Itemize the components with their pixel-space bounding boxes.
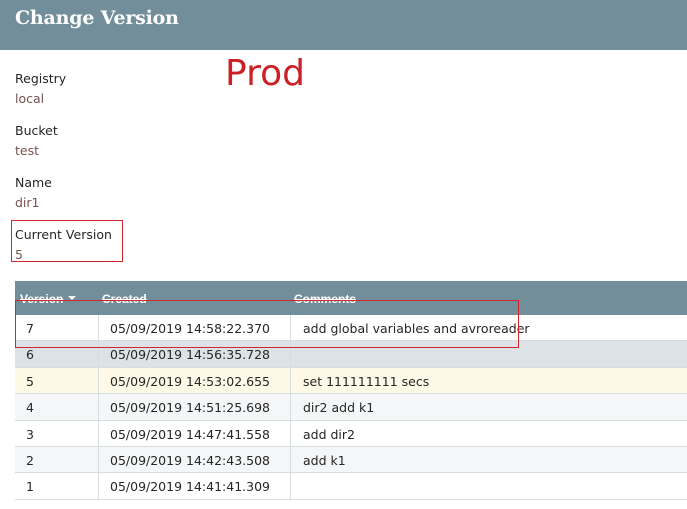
- column-divider: [290, 446, 291, 473]
- dialog-title: Change Version: [15, 7, 179, 29]
- comments-cell: set 111111111 secs: [303, 373, 430, 389]
- name-value: dir1: [15, 195, 40, 210]
- created-cell: 05/09/2019 14:53:02.655: [110, 373, 270, 389]
- created-cell: 05/09/2019 14:42:43.508: [110, 452, 270, 468]
- dialog-header: Change Version: [0, 0, 687, 50]
- table-row[interactable]: 1 05/09/2019 14:41:41.309: [15, 473, 687, 500]
- column-divider: [98, 446, 99, 473]
- created-cell: 05/09/2019 14:47:41.558: [110, 426, 270, 442]
- table-row[interactable]: 3 05/09/2019 14:47:41.558 add dir2: [15, 420, 687, 447]
- column-header-created[interactable]: Created: [102, 292, 147, 306]
- column-divider: [290, 367, 291, 394]
- table-row[interactable]: 7 05/09/2019 14:58:22.370 add global varia…: [15, 315, 687, 342]
- comments-cell: add k1: [303, 452, 346, 468]
- column-divider: [98, 367, 99, 394]
- table-row[interactable]: 4 05/09/2019 14:51:25.698 dir2 add k1: [15, 394, 687, 421]
- current-version-label: Current Version: [15, 227, 112, 242]
- table-body: 7 05/09/2019 14:58:22.370 add global varia…: [15, 315, 687, 500]
- bucket-value: test: [15, 143, 40, 158]
- column-divider: [98, 473, 99, 499]
- column-divider: [98, 394, 99, 420]
- column-divider: [290, 341, 291, 367]
- column-divider: [290, 473, 291, 499]
- created-cell: 05/09/2019 14:58:22.370: [110, 321, 270, 336]
- registry-value: local: [15, 91, 45, 106]
- column-divider: [98, 341, 99, 367]
- version-cell: 3: [26, 426, 34, 442]
- table-row[interactable]: 2 05/09/2019 14:42:43.508 add k1: [15, 446, 687, 474]
- registry-label: Registry: [15, 71, 67, 86]
- created-cell: 05/09/2019 14:56:35.728: [110, 347, 270, 363]
- version-cell: 1: [26, 479, 34, 495]
- comments-cell: add global variables and avroreader: [303, 321, 530, 336]
- version-cell: 4: [26, 400, 34, 416]
- comments-cell: dir2 add k1: [303, 400, 375, 416]
- bucket-label: Bucket: [15, 123, 58, 138]
- name-label: Name: [15, 175, 52, 190]
- created-cell: 05/09/2019 14:51:25.698: [110, 400, 270, 416]
- change-version-dialog: Change Version Registry local Bucket tes…: [0, 0, 687, 509]
- column-divider: [290, 420, 291, 446]
- versions-table: Version Created Comments 7 05/09/2019 14:…: [15, 281, 687, 500]
- prod-annotation: Prod: [225, 53, 305, 94]
- column-header-version[interactable]: Version: [20, 292, 63, 306]
- table-row[interactable]: 5 05/09/2019 14:53:02.655 set 111111111 se…: [15, 367, 687, 395]
- table-header: Version Created Comments: [15, 281, 687, 315]
- version-cell: 5: [26, 373, 34, 389]
- version-cell: 7: [26, 321, 34, 336]
- column-header-comments[interactable]: Comments: [294, 292, 356, 306]
- table-row[interactable]: 6 05/09/2019 14:56:35.728: [15, 341, 687, 368]
- column-divider: [290, 315, 291, 341]
- sort-descending-icon: [68, 296, 76, 300]
- comments-cell: add dir2: [303, 426, 356, 442]
- version-cell: 2: [26, 452, 34, 468]
- column-divider: [98, 420, 99, 446]
- column-divider: [98, 315, 99, 341]
- column-divider: [290, 394, 291, 420]
- version-cell: 6: [26, 347, 34, 363]
- created-cell: 05/09/2019 14:41:41.309: [110, 479, 270, 495]
- current-version-value: 5: [15, 247, 23, 262]
